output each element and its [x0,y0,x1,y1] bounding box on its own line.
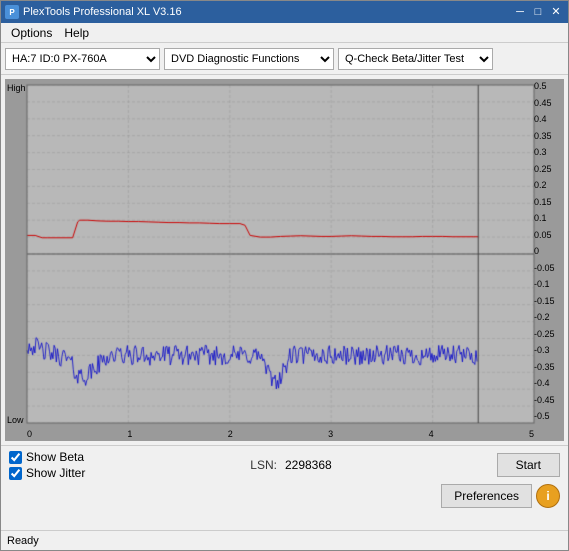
status-bar: Ready [1,530,568,550]
app-icon: P [5,5,19,19]
function-select[interactable]: DVD Diagnostic Functions [164,48,334,70]
preferences-button[interactable]: Preferences [441,484,532,508]
chart-area: High Low 0.50.450.40.350.30.250.20.150.1… [5,79,564,441]
minimize-button[interactable]: ─ [512,4,528,20]
bottom-row2: Preferences i [9,484,560,508]
window-title: PlexTools Professional XL V3.16 [23,6,182,18]
title-controls: ─ □ ✕ [512,4,564,20]
show-jitter-row: Show Jitter [9,466,85,480]
low-label: Low [7,415,24,425]
show-beta-row: Show Beta [9,450,85,464]
lsn-area: LSN: 2298368 [250,458,331,472]
bottom-row1: Show Beta Show Jitter LSN: 2298368 Start [9,450,560,480]
title-bar-left: P PlexTools Professional XL V3.16 [5,5,182,19]
high-label: High [7,83,26,93]
start-button[interactable]: Start [497,453,560,477]
info-button[interactable]: i [536,484,560,508]
show-beta-checkbox[interactable] [9,451,22,464]
menu-bar: Options Help [1,23,568,43]
chart-canvas [5,79,564,441]
show-beta-label: Show Beta [26,450,84,464]
menu-options[interactable]: Options [5,24,58,42]
bottom-panel: Show Beta Show Jitter LSN: 2298368 Start… [1,445,568,530]
title-bar: P PlexTools Professional XL V3.16 ─ □ ✕ [1,1,568,23]
show-jitter-label: Show Jitter [26,466,85,480]
lsn-label: LSN: [250,458,277,472]
show-jitter-checkbox[interactable] [9,467,22,480]
test-select[interactable]: Q-Check Beta/Jitter Test [338,48,493,70]
menu-help[interactable]: Help [58,24,95,42]
main-window: P PlexTools Professional XL V3.16 ─ □ ✕ … [0,0,569,551]
maximize-button[interactable]: □ [530,4,546,20]
close-button[interactable]: ✕ [548,4,564,20]
checkboxes: Show Beta Show Jitter [9,450,85,480]
lsn-value: 2298368 [285,458,332,472]
drive-select[interactable]: HA:7 ID:0 PX-760A [5,48,160,70]
toolbar: HA:7 ID:0 PX-760A DVD Diagnostic Functio… [1,43,568,75]
status-text: Ready [7,535,39,547]
